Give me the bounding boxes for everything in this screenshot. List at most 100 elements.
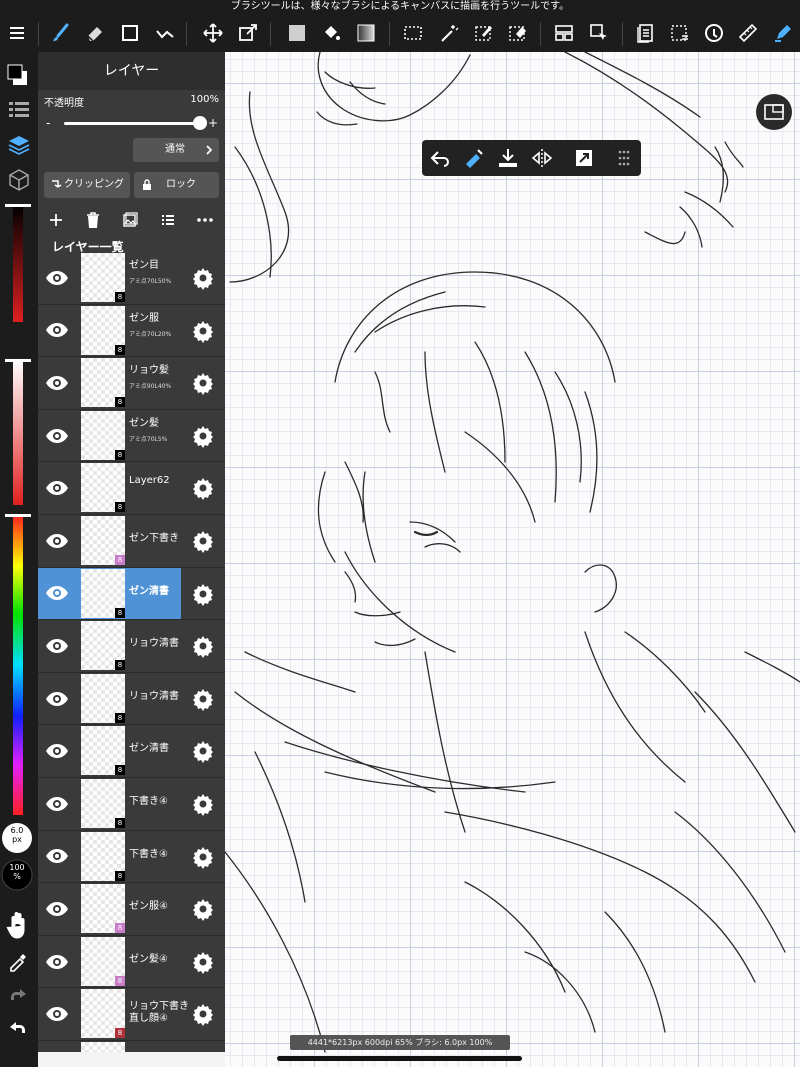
gear-icon[interactable] bbox=[191, 319, 215, 343]
layer-row[interactable]: 8 リョウ下書き直し顔④ bbox=[38, 988, 225, 1041]
grip-icon[interactable] bbox=[612, 146, 636, 170]
panel-list-icon[interactable] bbox=[9, 102, 29, 117]
eye-icon[interactable] bbox=[38, 883, 76, 935]
eye-icon[interactable] bbox=[38, 620, 76, 672]
clear-layer-icon[interactable] bbox=[462, 146, 486, 170]
eye-icon[interactable] bbox=[38, 988, 76, 1040]
layer-row[interactable]: 8 ゼン目 アミ点70L50% bbox=[38, 252, 225, 305]
layer-row[interactable]: 8 ゼン服④ bbox=[38, 883, 225, 936]
select-pen-icon[interactable] bbox=[471, 20, 497, 46]
eye-icon[interactable] bbox=[38, 515, 76, 567]
marquee-icon[interactable] bbox=[667, 20, 693, 46]
layer-row[interactable]: 8 リョウ髪 アミ点90L40% bbox=[38, 357, 225, 410]
gear-icon[interactable] bbox=[191, 424, 215, 448]
brightness-slider[interactable] bbox=[5, 204, 31, 322]
shape-icon[interactable] bbox=[117, 20, 143, 46]
line-icon[interactable] bbox=[152, 20, 178, 46]
layer-row[interactable]: 8 ゼン服 アミ点70L20% bbox=[38, 305, 225, 358]
layer-row[interactable]: 8 リョウ清書 bbox=[38, 673, 225, 726]
menu-icon[interactable] bbox=[4, 20, 30, 46]
delete-layer-icon[interactable] bbox=[85, 211, 101, 229]
eye-icon[interactable] bbox=[38, 673, 76, 725]
navigator-button[interactable] bbox=[756, 94, 792, 130]
bucket-icon[interactable] bbox=[318, 20, 344, 46]
more-icon[interactable] bbox=[196, 212, 214, 228]
panel-layout-icon[interactable] bbox=[551, 20, 577, 46]
layer-row[interactable]: 8 Layer62 bbox=[38, 462, 225, 515]
layer-row[interactable]: 8 リョウ清書 bbox=[38, 620, 225, 673]
eye-icon[interactable] bbox=[38, 357, 76, 409]
layer-row[interactable]: 8 ゼン清書 bbox=[38, 725, 225, 778]
gear-icon[interactable] bbox=[191, 529, 215, 553]
clipping-button[interactable]: クリッピング bbox=[44, 172, 130, 198]
gear-icon[interactable] bbox=[191, 950, 215, 974]
opacity-slider[interactable]: - + bbox=[46, 116, 218, 130]
layers-icon[interactable] bbox=[8, 136, 30, 155]
magic-wand-icon[interactable] bbox=[436, 20, 462, 46]
slider-plus[interactable]: + bbox=[208, 116, 218, 130]
undo-icon[interactable] bbox=[10, 1022, 25, 1033]
eye-icon[interactable] bbox=[38, 305, 76, 357]
eye-icon[interactable] bbox=[38, 410, 76, 462]
color-swatch-icon[interactable] bbox=[7, 64, 27, 85]
gear-icon[interactable] bbox=[191, 371, 215, 396]
layer-image-icon[interactable] bbox=[122, 212, 138, 228]
gradient-icon[interactable] bbox=[353, 20, 379, 46]
gear-icon[interactable] bbox=[191, 1002, 215, 1027]
gear-icon[interactable] bbox=[191, 687, 215, 711]
gear-icon[interactable] bbox=[191, 476, 215, 501]
gear-icon[interactable] bbox=[191, 739, 215, 764]
layer-row[interactable]: 8 ゼン清書 bbox=[38, 567, 225, 621]
eye-icon[interactable] bbox=[38, 568, 76, 620]
hue-slider[interactable] bbox=[5, 514, 31, 815]
eye-icon[interactable] bbox=[38, 831, 76, 883]
eye-icon[interactable] bbox=[38, 462, 76, 514]
eraser-icon[interactable] bbox=[82, 20, 108, 46]
eye-icon[interactable] bbox=[38, 936, 76, 988]
eyedropper-icon[interactable] bbox=[10, 954, 26, 972]
home-indicator[interactable] bbox=[277, 1056, 522, 1061]
gear-icon[interactable] bbox=[191, 897, 215, 922]
layer-row[interactable]: 8 ゼン下書き bbox=[38, 515, 225, 568]
add-layer-icon[interactable] bbox=[48, 212, 64, 228]
flip-horizontal-icon[interactable] bbox=[530, 146, 554, 170]
select-eraser-icon[interactable] bbox=[505, 20, 531, 46]
gear-icon[interactable] bbox=[191, 582, 215, 606]
slider-minus[interactable]: - bbox=[46, 116, 50, 130]
saturation-slider[interactable] bbox=[5, 359, 31, 505]
eye-icon[interactable] bbox=[38, 725, 76, 777]
redo-icon[interactable] bbox=[11, 989, 26, 1000]
eye-icon[interactable] bbox=[38, 1041, 76, 1052]
merge-down-icon[interactable] bbox=[496, 146, 520, 170]
gear-icon[interactable] bbox=[191, 634, 215, 659]
layer-list-icon[interactable] bbox=[160, 212, 176, 228]
layer-row[interactable]: 8 ゼン髪 アミ点70L5% bbox=[38, 410, 225, 463]
ruler-icon[interactable] bbox=[735, 20, 761, 46]
layer-row[interactable]: 8 下書き④ bbox=[38, 831, 225, 884]
gear-icon[interactable] bbox=[191, 792, 215, 816]
layers-menu-icon[interactable] bbox=[632, 20, 658, 46]
layer-list[interactable]: 8 ゼン目 アミ点70L50% 8 ゼン服 アミ点70L20% 8 リョウ髪 アミ点90L40%… bbox=[38, 252, 225, 1052]
transform-layer-icon[interactable] bbox=[572, 146, 596, 170]
layer-row[interactable]: 8 ゼン髪④ bbox=[38, 936, 225, 989]
rotate-icon[interactable] bbox=[701, 20, 727, 46]
fill-color-icon[interactable] bbox=[284, 20, 310, 46]
layer-row[interactable]: 8 下書き④ bbox=[38, 778, 225, 831]
eye-icon[interactable] bbox=[38, 252, 76, 304]
brush-icon[interactable] bbox=[48, 20, 74, 46]
eye-icon[interactable] bbox=[38, 778, 76, 830]
gear-icon[interactable] bbox=[191, 845, 215, 869]
gear-icon[interactable] bbox=[191, 266, 215, 290]
layer-row[interactable]: 8リョウ下書き直し④ bbox=[38, 1041, 225, 1052]
select-rect-icon[interactable] bbox=[400, 20, 426, 46]
blend-mode-select[interactable]: 通常 bbox=[133, 138, 219, 162]
transform-icon[interactable] bbox=[235, 20, 261, 46]
select-arrow-icon[interactable] bbox=[586, 20, 612, 46]
undo-icon[interactable] bbox=[428, 146, 452, 170]
lock-button[interactable]: ロック bbox=[134, 172, 219, 198]
slider-knob[interactable] bbox=[193, 116, 207, 130]
3d-material-icon[interactable] bbox=[9, 169, 29, 191]
move-icon[interactable] bbox=[200, 20, 226, 46]
pen-icon[interactable] bbox=[770, 20, 796, 46]
drawing-canvas[interactable] bbox=[225, 52, 800, 1067]
